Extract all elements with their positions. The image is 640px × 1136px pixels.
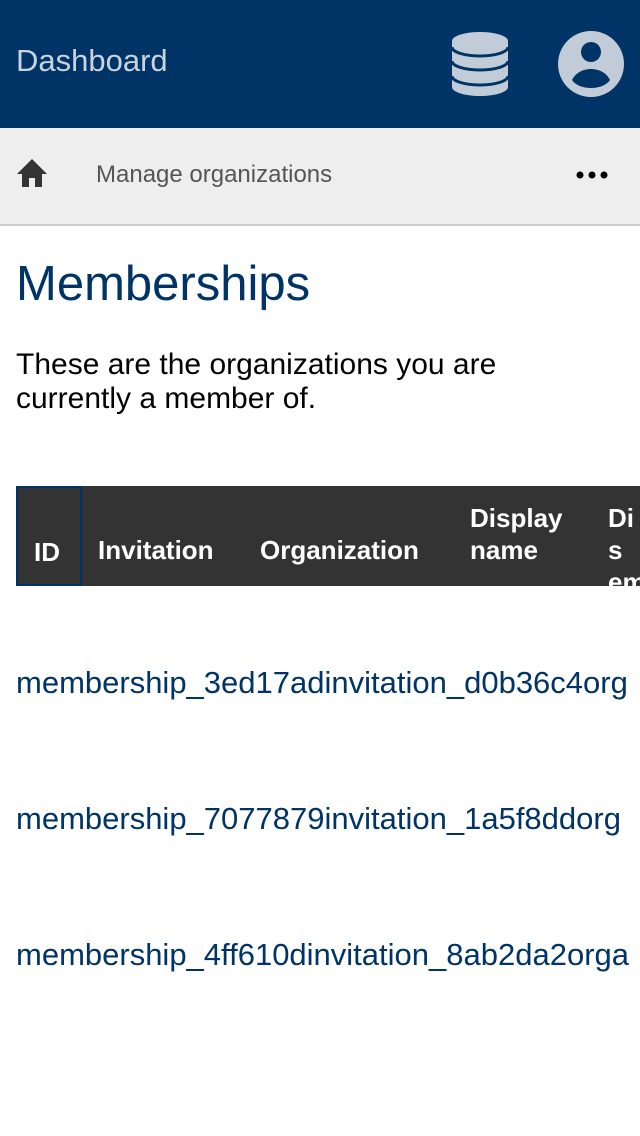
invitation-link[interactable]: invitation_1a5f8dd (325, 801, 577, 836)
membership-id-link[interactable]: membership_3ed17ad (16, 665, 325, 700)
top-app-bar: Dashboard (0, 0, 640, 128)
home-icon[interactable] (16, 158, 48, 188)
organization-link[interactable]: org (583, 665, 628, 700)
page-title: Memberships (16, 257, 311, 311)
organization-link[interactable]: org (576, 801, 621, 836)
table-row: membership_3ed17adinvitation_d0b36c4org (16, 665, 628, 701)
column-header-organization[interactable]: Organization (260, 534, 419, 566)
column-label: ID (34, 537, 60, 567)
column-header-display-email[interactable]: Dis em (608, 502, 640, 598)
app-title[interactable]: Dashboard (16, 43, 168, 79)
column-header-invitation[interactable]: Invitation (98, 534, 214, 566)
column-header-display-name[interactable]: Display name (470, 502, 590, 566)
table-header: ID Invitation Organization Display name … (16, 486, 640, 597)
membership-id-link[interactable]: membership_4ff610d (16, 937, 307, 972)
database-icon[interactable] (450, 31, 510, 97)
column-header-id[interactable]: ID (16, 486, 82, 586)
more-horizontal-icon[interactable] (572, 162, 612, 188)
membership-id-link[interactable]: membership_7077879 (16, 801, 325, 836)
table-row: membership_7077879invitation_1a5f8ddorg (16, 801, 621, 837)
table-row: membership_4ff610dinvitation_8ab2da2orga (16, 937, 629, 973)
user-account-icon[interactable] (558, 31, 624, 97)
organization-link[interactable]: orga (567, 937, 629, 972)
invitation-link[interactable]: invitation_8ab2da2 (307, 937, 567, 972)
breadcrumb-current[interactable]: Manage organizations (96, 161, 332, 189)
invitation-link[interactable]: invitation_d0b36c4 (325, 665, 584, 700)
page-description: These are the organizations you are curr… (16, 348, 497, 415)
